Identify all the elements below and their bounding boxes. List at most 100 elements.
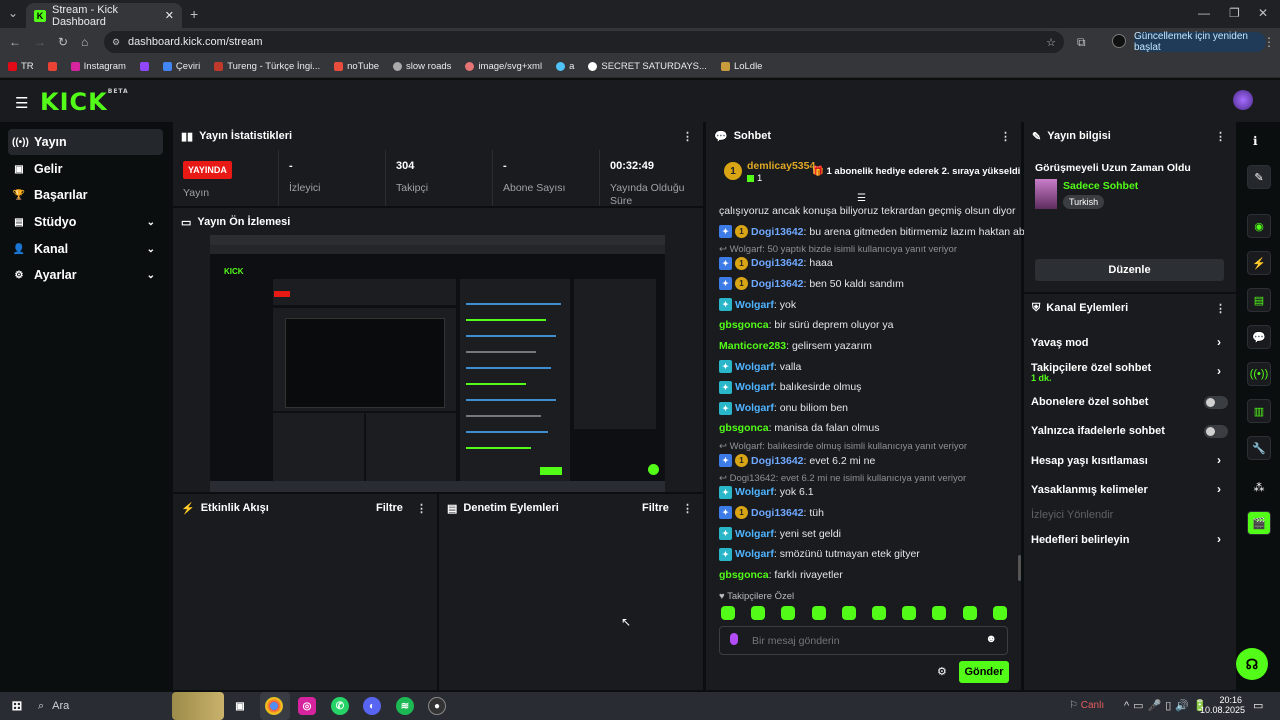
emote-icon[interactable] — [781, 606, 796, 620]
emote-icon[interactable] — [872, 606, 886, 620]
action-banned-words[interactable]: Yasaklanmış kelimeler — [1031, 484, 1148, 496]
bookmark-item[interactable] — [139, 62, 149, 71]
clock[interactable]: 20:16 10.08.2025 — [1200, 695, 1245, 715]
stream-category[interactable]: Sadece Sohbet — [1063, 180, 1138, 192]
chrome-menu-icon[interactable]: ⋮ — [1263, 35, 1275, 49]
rail-document-icon[interactable]: ▤ — [1247, 288, 1271, 312]
forward-icon[interactable]: → — [34, 35, 46, 49]
tab-close-icon[interactable]: ✕ — [165, 9, 174, 22]
edit-stream-button[interactable]: Düzenle — [1035, 259, 1224, 281]
chat-username[interactable]: gbsgonca — [719, 319, 769, 331]
home-icon[interactable]: ⌂ — [81, 35, 88, 49]
pinned-username[interactable]: demlicay5354 — [747, 160, 815, 172]
stats-menu-icon[interactable]: ⋮ — [682, 130, 693, 143]
chat-username[interactable]: Dogi13642 — [751, 226, 804, 238]
stream-preview-video[interactable]: KICK — [210, 235, 665, 492]
reload-icon[interactable]: ↻ — [58, 35, 68, 49]
chat-username[interactable]: Dogi13642 — [751, 507, 804, 519]
chat-menu-icon[interactable]: ⋮ — [1000, 130, 1011, 143]
window-close-icon[interactable]: ✕ — [1258, 6, 1268, 20]
update-restart-button[interactable]: Güncellemek için yeniden başlat — [1134, 31, 1266, 53]
chat-username[interactable]: Dogi13642 — [751, 455, 804, 467]
chat-scrollbar[interactable] — [1018, 555, 1021, 581]
emote-icon[interactable] — [721, 606, 735, 620]
menu-hamburger-icon[interactable]: ☰ — [15, 94, 28, 112]
rail-share-icon[interactable]: ⁂ — [1247, 475, 1271, 499]
chevron-right-icon[interactable]: › — [1217, 453, 1221, 467]
chat-collapse-icon[interactable]: ☰ — [857, 193, 866, 204]
support-headset-icon[interactable]: ☊ — [1236, 648, 1268, 680]
kick-logo[interactable]: KICKBETA — [40, 88, 129, 116]
bookmark-item[interactable]: noTube — [334, 61, 379, 72]
rail-clapper-icon[interactable]: 🎬 — [1247, 511, 1271, 535]
chat-username[interactable]: Wolgarf — [735, 381, 774, 393]
notification-icon[interactable]: ▭ — [1253, 699, 1263, 712]
url-input[interactable]: ⚙ dashboard.kick.com/stream ☆ — [104, 31, 1064, 53]
rail-layout-icon[interactable]: ▥ — [1247, 399, 1271, 423]
sidebar-item-ayarlar[interactable]: ⚙ Ayarlar ⌄ — [8, 262, 163, 288]
info-icon[interactable]: ℹ — [1253, 134, 1258, 148]
bookmark-item[interactable]: slow roads — [393, 61, 451, 72]
windows-start-icon[interactable]: ⊞ — [8, 697, 26, 715]
user-avatar[interactable] — [1233, 90, 1253, 110]
chevron-right-icon[interactable]: › — [1217, 364, 1221, 378]
bookmark-item[interactable]: image/svg+xml — [465, 61, 542, 72]
bookmark-item[interactable]: Tureng - Türkçe İngi... — [214, 61, 320, 72]
chevron-right-icon[interactable]: › — [1217, 482, 1221, 496]
emote-icon[interactable] — [751, 606, 766, 620]
action-slow-mode[interactable]: Yavaş mod — [1031, 337, 1088, 349]
discord-taskbar-icon[interactable]: ◐ — [363, 697, 381, 715]
sidebar-item-gelir[interactable]: ▣ Gelir — [8, 156, 163, 182]
chat-settings-gear-icon[interactable]: ⚙ — [937, 665, 947, 678]
rail-broadcast-icon[interactable]: ((•)) — [1247, 362, 1271, 386]
chat-username[interactable]: Wolgarf — [735, 299, 774, 311]
send-button[interactable]: Gönder — [959, 661, 1009, 683]
bookmark-item[interactable]: a — [556, 61, 574, 72]
bookmark-item[interactable]: LoLdle — [720, 61, 762, 72]
chat-username[interactable]: Wolgarf — [735, 486, 774, 498]
channel-actions-menu-icon[interactable]: ⋮ — [1215, 302, 1226, 315]
system-tray-icons[interactable]: ^▭🎤▯🔊🔋 — [1124, 699, 1211, 712]
emotes-only-toggle[interactable] — [1204, 425, 1228, 438]
bookmark-star-icon[interactable]: ☆ — [1046, 36, 1056, 49]
microphone-icon[interactable] — [730, 633, 738, 645]
sidebar-item-kanal[interactable]: 👤 Kanal ⌄ — [8, 236, 163, 262]
bookmark-item[interactable] — [47, 62, 57, 71]
chevron-right-icon[interactable]: › — [1217, 335, 1221, 349]
instagram-taskbar-icon[interactable]: ◎ — [298, 697, 316, 715]
sidebar-item-yayin[interactable]: ((•)) Yayın — [8, 129, 163, 155]
rail-pencil-icon[interactable]: ✎ — [1247, 165, 1271, 189]
emote-icon[interactable] — [932, 606, 947, 620]
rail-chat-icon[interactable]: 💬 — [1247, 325, 1271, 349]
rail-wrench-icon[interactable]: 🔧 — [1247, 436, 1271, 460]
chat-username[interactable]: Wolgarf — [735, 548, 774, 560]
spotify-taskbar-icon[interactable]: ≋ — [396, 697, 414, 715]
chat-input-box[interactable]: ☻ — [719, 626, 1008, 655]
emote-icon[interactable] — [811, 606, 826, 620]
chat-username[interactable]: Wolgarf — [735, 402, 774, 414]
bookmark-item[interactable]: Çeviri — [162, 61, 200, 72]
bookmark-item[interactable]: Instagram — [70, 61, 126, 72]
chevron-right-icon[interactable]: › — [1217, 532, 1221, 546]
moderation-menu-icon[interactable]: ⋮ — [682, 502, 693, 515]
maximize-icon[interactable]: ❐ — [1229, 6, 1240, 20]
action-set-goals[interactable]: Hedefleri belirleyin — [1031, 534, 1129, 546]
emote-icon[interactable] — [841, 606, 856, 620]
whatsapp-taskbar-icon[interactable]: ✆ — [331, 697, 349, 715]
rail-bolt-icon[interactable]: ⚡ — [1247, 251, 1271, 275]
extensions-icon[interactable]: ⧉ — [1077, 35, 1086, 50]
stream-info-menu-icon[interactable]: ⋮ — [1215, 130, 1226, 143]
moderation-filter-button[interactable]: Filtre — [642, 502, 669, 514]
chat-username[interactable]: gbsgonca — [719, 422, 769, 434]
subscribers-only-toggle[interactable] — [1204, 396, 1228, 409]
action-account-age[interactable]: Hesap yaşı kısıtlaması — [1031, 455, 1148, 467]
profile-avatar[interactable] — [1112, 34, 1126, 48]
chat-username[interactable]: gbsgonca — [719, 569, 769, 581]
chat-message-input[interactable] — [752, 633, 972, 649]
emoji-icon[interactable]: ☻ — [985, 633, 997, 645]
chat-username[interactable]: Dogi13642 — [751, 257, 804, 269]
emote-icon[interactable] — [992, 606, 1007, 620]
emote-icon[interactable] — [962, 606, 977, 620]
task-view-icon[interactable]: ▣ — [231, 697, 249, 715]
bookmark-item[interactable]: TR — [8, 61, 34, 72]
